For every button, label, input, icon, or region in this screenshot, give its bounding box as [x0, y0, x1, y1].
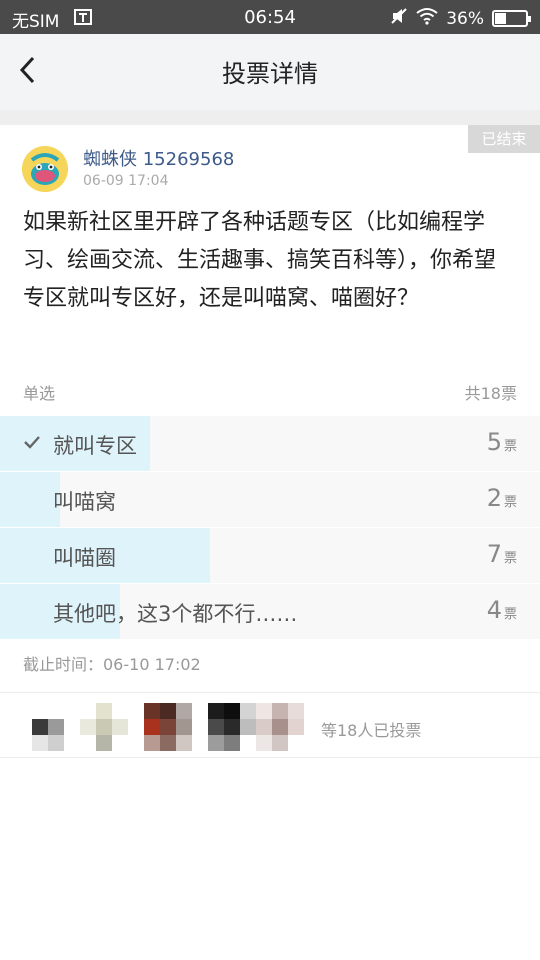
battery-fill	[495, 13, 506, 24]
vote-unit: 票	[503, 607, 517, 622]
option-count: 5票	[487, 428, 517, 456]
section-gap	[0, 110, 540, 125]
voter-avatar[interactable]	[144, 703, 192, 751]
voter-avatar[interactable]	[208, 703, 256, 751]
option-count: 4票	[487, 596, 517, 624]
poll-option[interactable]: 就叫专区 5票	[0, 416, 540, 471]
option-label: 叫喵圈	[53, 546, 116, 570]
voters-count: 等18人已投票	[321, 721, 422, 740]
wifi-icon	[416, 7, 438, 30]
checkmark-icon	[23, 433, 41, 451]
vote-count: 2	[486, 484, 502, 512]
page-title: 投票详情	[222, 60, 318, 88]
vote-unit: 票	[503, 551, 517, 566]
total-votes: 共18票	[464, 384, 517, 403]
option-label: 就叫专区	[53, 434, 137, 458]
option-label: 其他吧，这3个都不行……	[53, 602, 298, 626]
status-badge: 已结束	[468, 125, 540, 153]
poll-option[interactable]: 叫喵窝 2票	[0, 472, 540, 527]
status-bar: 无SIM 06:54 36%	[0, 0, 540, 34]
voter-avatar[interactable]	[256, 703, 304, 751]
nav-bar: 投票详情	[0, 34, 540, 110]
vote-count: 5	[486, 428, 502, 456]
author-id: 15269568	[142, 149, 235, 170]
battery-percent: 36%	[446, 8, 484, 29]
option-count: 7票	[487, 540, 517, 568]
vote-count: 7	[486, 540, 502, 568]
vote-unit: 票	[503, 439, 517, 454]
voters-row[interactable]: 等18人已投票	[0, 693, 540, 757]
option-label: 叫喵窝	[53, 490, 116, 514]
battery-icon	[492, 10, 531, 27]
poll-options: 就叫专区 5票 叫喵窝 2票 叫喵圈 7票 其他吧，这3个都不行…… 4票	[0, 416, 540, 640]
poll-deadline: 截止时间：06-10 17:02	[23, 655, 201, 674]
voter-avatar[interactable]	[80, 703, 128, 751]
poll-meta: 单选 共18票	[23, 380, 517, 404]
poll-type: 单选	[23, 384, 56, 403]
voter-avatar[interactable]	[32, 703, 80, 751]
mute-icon	[390, 7, 408, 30]
divider	[0, 757, 540, 758]
poll-option[interactable]: 叫喵圈 7票	[0, 528, 540, 583]
vote-count: 4	[486, 596, 502, 624]
author-nickname: 蜘蛛侠	[83, 149, 137, 170]
post-time: 06-09 17:04	[83, 173, 169, 189]
author-name[interactable]: 蜘蛛侠 15269568	[83, 145, 234, 171]
poll-question: 如果新社区里开辟了各种话题专区（比如编程学习、绘画交流、生活趣事、搞笑百科等），…	[23, 210, 497, 311]
vote-unit: 票	[503, 495, 517, 510]
author-avatar[interactable]	[22, 146, 68, 192]
option-count: 2票	[487, 484, 517, 512]
vote-bar	[0, 472, 60, 527]
poll-option[interactable]: 其他吧，这3个都不行…… 4票	[0, 584, 540, 639]
